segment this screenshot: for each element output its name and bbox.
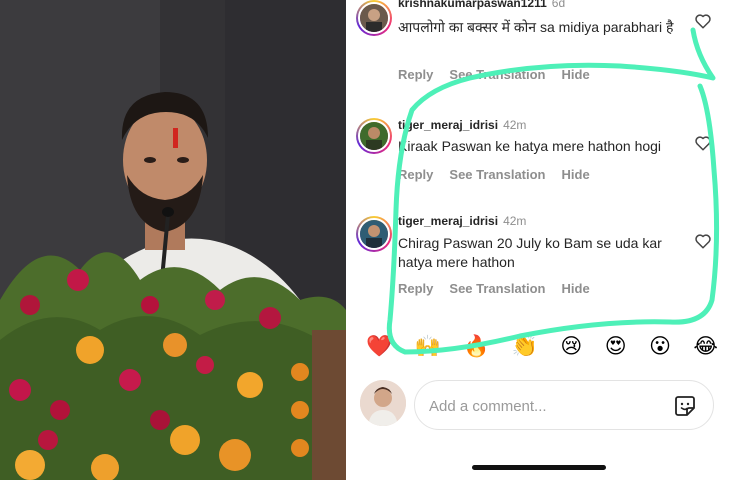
sticker-icon[interactable]	[673, 394, 697, 418]
reply-button[interactable]: Reply	[398, 167, 433, 182]
commenter-avatar[interactable]	[356, 118, 392, 154]
commenter-avatar[interactable]	[356, 0, 392, 36]
video-frame	[0, 0, 346, 480]
emoji-reaction[interactable]: ❤️	[366, 333, 392, 359]
emoji-reaction[interactable]: 👏	[512, 333, 538, 359]
hide-button[interactable]: Hide	[562, 67, 590, 82]
emoji-reaction[interactable]: 🙌	[415, 333, 441, 359]
reply-button[interactable]: Reply	[398, 67, 433, 82]
see-translation-button[interactable]: See Translation	[449, 281, 545, 296]
comment-composer	[414, 380, 714, 430]
emoji-reaction[interactable]: 🔥	[463, 333, 489, 359]
heart-outline-icon[interactable]	[694, 134, 712, 152]
hide-button[interactable]: Hide	[562, 281, 590, 296]
comment-timestamp: 42m	[503, 214, 527, 228]
comment-username[interactable]: tiger_meraj_idrisi 42m	[398, 118, 526, 132]
heart-outline-icon[interactable]	[694, 12, 712, 30]
comment-text: आपलोगो का बक्सर में कोन sa midiya parabh…	[398, 19, 674, 35]
comments-panel: krishnakumarpaswan1211 6d आपलोगो का बक्सर…	[346, 0, 730, 480]
comment-username[interactable]: krishnakumarpaswan1211 6d	[398, 0, 565, 10]
emoji-reaction-bar: ❤️ 🙌 🔥 👏 😢 😍 😮 😂	[366, 333, 718, 359]
emoji-reaction[interactable]: 😮	[649, 333, 671, 359]
current-user-avatar	[360, 380, 406, 426]
comment-timestamp: 42m	[503, 118, 527, 132]
emoji-reaction[interactable]: 😢	[560, 333, 582, 359]
comment-timestamp: 6d	[551, 0, 566, 10]
reply-button[interactable]: Reply	[398, 281, 433, 296]
home-indicator	[472, 465, 606, 470]
emoji-reaction[interactable]: 😍	[605, 333, 627, 359]
see-translation-button[interactable]: See Translation	[449, 67, 545, 82]
see-translation-button[interactable]: See Translation	[449, 167, 545, 182]
heart-outline-icon[interactable]	[694, 232, 712, 250]
commenter-avatar[interactable]	[356, 216, 392, 252]
add-comment-input[interactable]	[429, 395, 659, 417]
speaker-photo	[0, 0, 346, 480]
comment-text: Kiraak Paswan ke hatya mere hathon hogi	[398, 138, 662, 154]
hide-button[interactable]: Hide	[562, 167, 590, 182]
comment-text: Chirag Paswan 20 July ko Bam se uda kar …	[398, 235, 662, 270]
emoji-reaction[interactable]: 😂	[693, 333, 718, 359]
comment-username[interactable]: tiger_meraj_idrisi 42m	[398, 214, 526, 228]
